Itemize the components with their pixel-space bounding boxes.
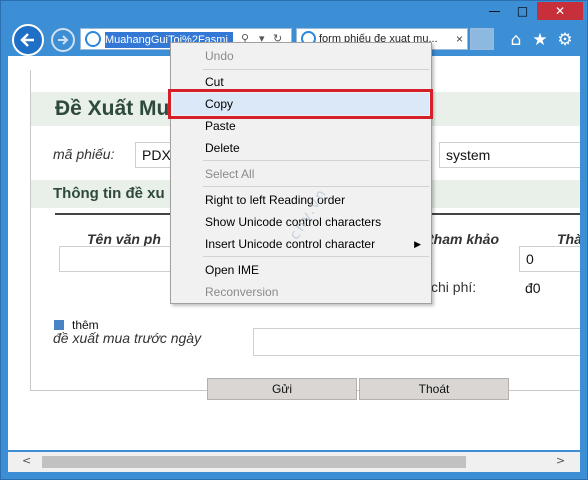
menu-item-undo[interactable]: Undo: [173, 45, 429, 67]
col-header-ten: Tên văn ph: [87, 231, 161, 247]
menu-item-rtl-reading[interactable]: Right to left Reading order: [173, 189, 429, 211]
menu-separator: [203, 69, 429, 70]
back-arrow-icon: [20, 33, 34, 47]
thoat-button[interactable]: Thoát: [359, 378, 509, 400]
gui-button[interactable]: Gửi: [207, 378, 357, 400]
highlight-box: [168, 89, 433, 119]
date-field[interactable]: [253, 328, 580, 356]
new-tab-button[interactable]: [470, 28, 494, 50]
expand-icon: [54, 320, 64, 330]
star-icon[interactable]: ★: [530, 30, 550, 50]
home-icon[interactable]: ⌂: [506, 30, 526, 50]
context-menu: Undo Cut Copy Paste Delete Select All Ri…: [170, 42, 432, 304]
user-field[interactable]: system: [439, 142, 580, 168]
chi-phi-value: đ0: [519, 276, 580, 302]
menu-item-insert-unicode-label: Insert Unicode control character: [205, 237, 376, 251]
col-header-tham-khao: tham khảo: [429, 231, 500, 247]
ten-van-phong-field[interactable]: [59, 246, 179, 272]
qty-field[interactable]: 0: [519, 246, 580, 272]
gear-icon[interactable]: ⚙: [555, 30, 575, 50]
scroll-right-icon[interactable]: >: [556, 454, 565, 467]
forward-arrow-icon: [58, 35, 69, 45]
menu-item-reconversion[interactable]: Reconversion: [173, 281, 429, 303]
submenu-arrow-icon: ▶: [414, 239, 421, 249]
back-button[interactable]: [12, 24, 44, 56]
de-xuat-label: đề xuất mua trước ngày: [53, 330, 202, 346]
close-window-button[interactable]: ✕: [537, 2, 583, 20]
menu-item-delete[interactable]: Delete: [173, 137, 429, 159]
tab-close-icon[interactable]: ×: [456, 32, 463, 46]
horizontal-scrollbar[interactable]: < >: [8, 452, 580, 472]
minimize-button[interactable]: —: [481, 2, 508, 20]
col-header-tha: Thà: [557, 231, 580, 247]
ie-icon: [85, 31, 101, 47]
scroll-left-icon[interactable]: <: [22, 454, 31, 467]
chi-phi-label: chi phí:: [431, 279, 477, 295]
forward-button[interactable]: [51, 28, 75, 52]
menu-separator: [203, 160, 429, 161]
menu-item-open-ime[interactable]: Open IME: [173, 259, 429, 281]
scrollbar-thumb[interactable]: [42, 456, 466, 468]
menu-item-select-all[interactable]: Select All: [173, 163, 429, 185]
menu-separator: [203, 256, 429, 257]
ma-phieu-label: mã phiếu:: [53, 146, 115, 162]
maximize-button[interactable]: □: [509, 2, 536, 20]
